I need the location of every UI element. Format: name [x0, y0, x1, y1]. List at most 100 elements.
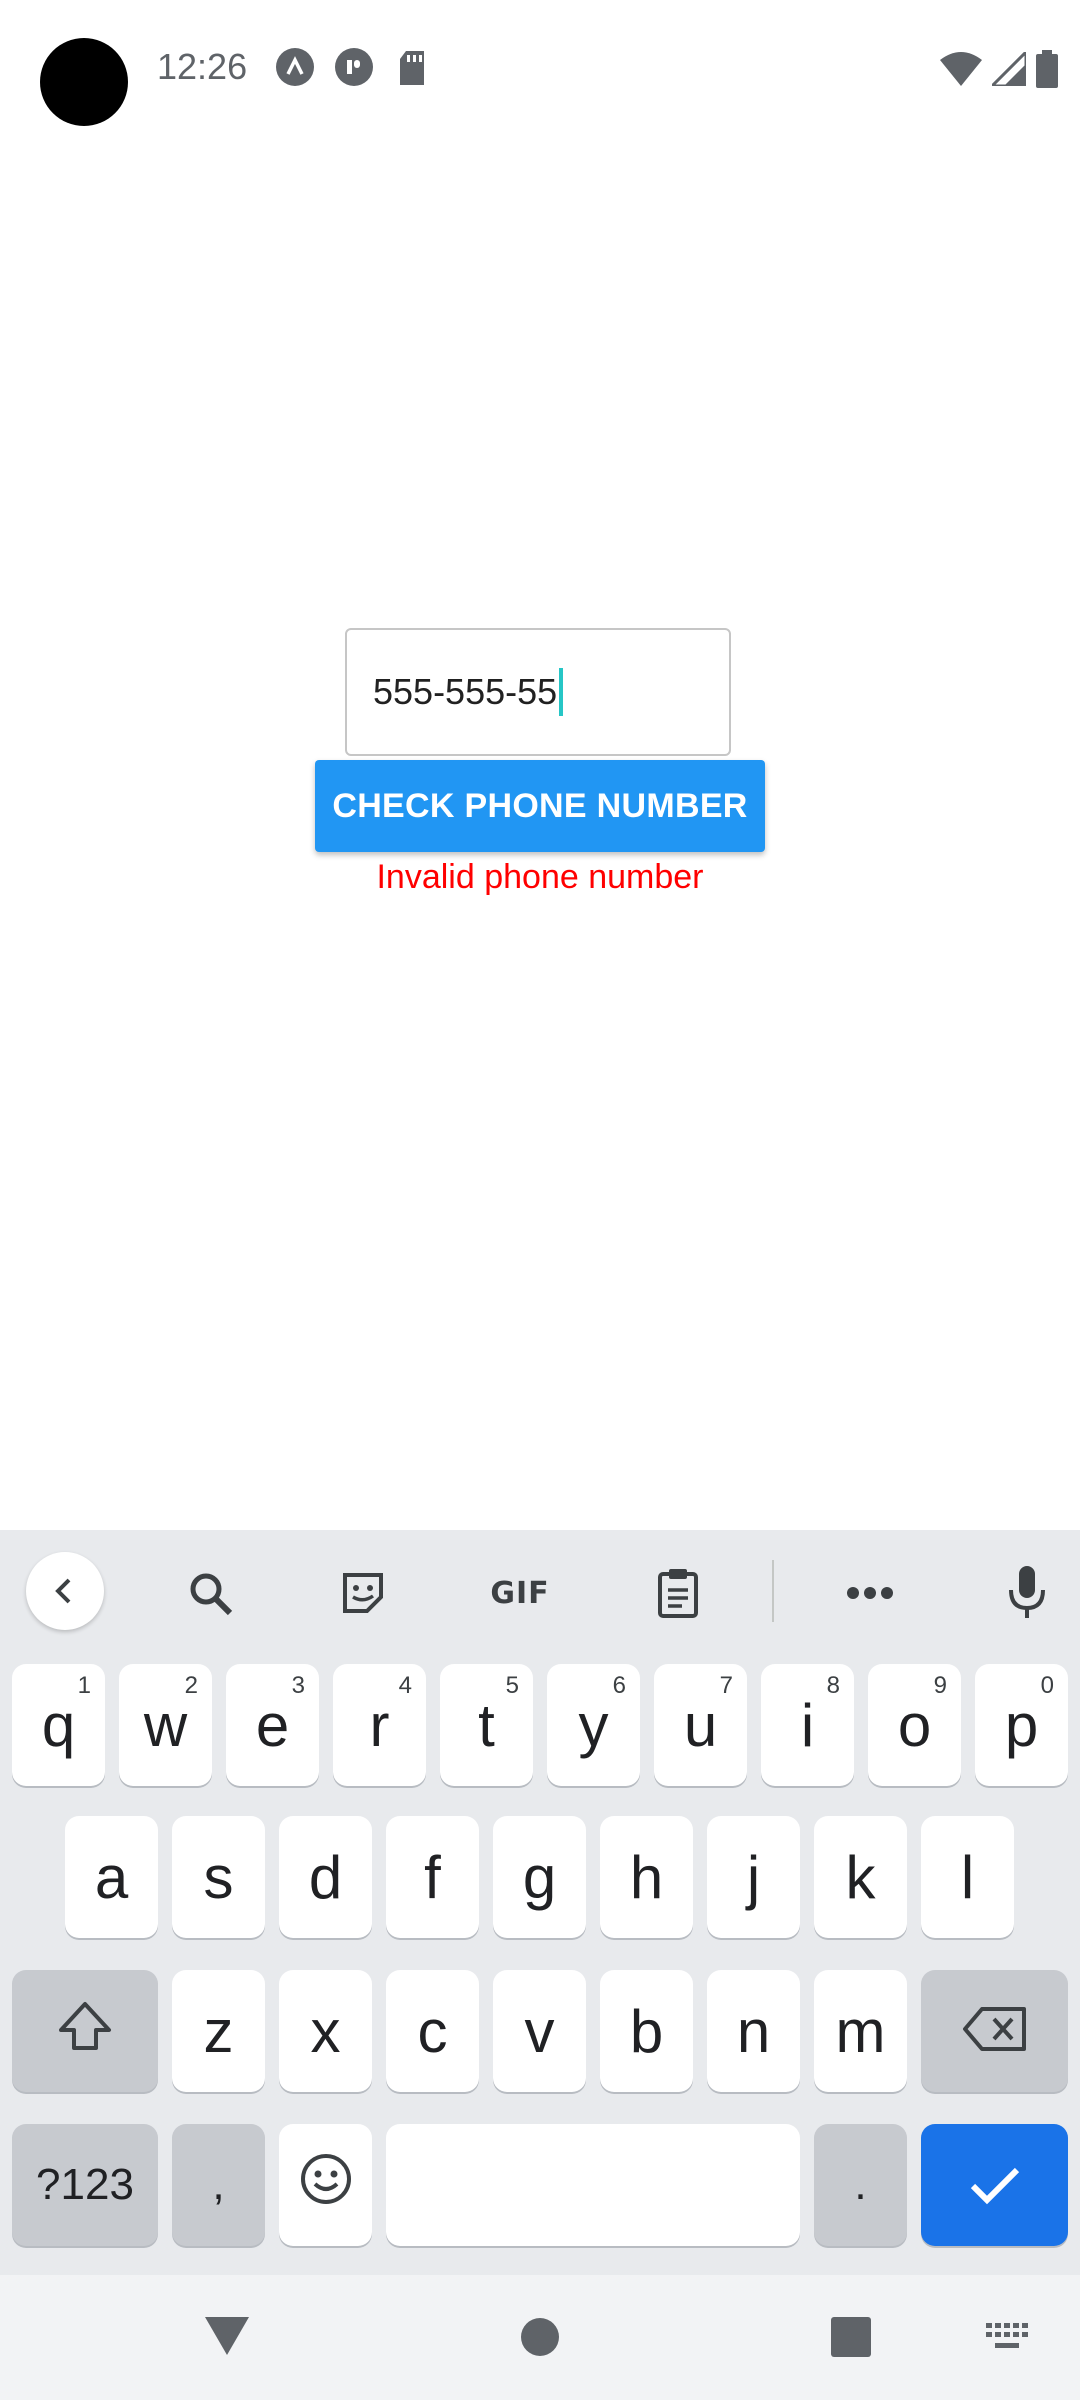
- sd-card-icon: [398, 51, 426, 90]
- space-key[interactable]: [386, 2124, 800, 2246]
- backspace-icon: [962, 1997, 1028, 2066]
- key-label: h: [629, 1843, 664, 1911]
- key-label: n: [736, 1997, 771, 2065]
- shift-icon: [57, 1997, 113, 2066]
- back-triangle-icon[interactable]: [205, 2317, 249, 2360]
- search-icon[interactable]: [175, 1558, 245, 1628]
- key-s[interactable]: s: [172, 1816, 265, 1938]
- key-label: r: [369, 1691, 390, 1759]
- key-i[interactable]: i8: [761, 1664, 854, 1786]
- app-a-icon: [276, 48, 314, 86]
- camera-cutout: [40, 38, 128, 126]
- key-p[interactable]: p0: [975, 1664, 1068, 1786]
- phone-number-value: 555-555-55: [373, 671, 558, 712]
- gif-label: GIF: [490, 1575, 550, 1611]
- status-right-icons: [940, 48, 1058, 93]
- key-label: g: [522, 1843, 557, 1911]
- emoji-icon: [299, 2151, 353, 2220]
- key-h[interactable]: h: [600, 1816, 693, 1938]
- key-label: y: [578, 1691, 609, 1759]
- key-hint: 2: [184, 1672, 198, 1699]
- key-g[interactable]: g: [493, 1816, 586, 1938]
- error-message: Invalid phone number: [376, 858, 704, 896]
- key-c[interactable]: c: [386, 1970, 479, 2092]
- key-m[interactable]: m: [814, 1970, 907, 2092]
- key-l[interactable]: l: [921, 1816, 1014, 1938]
- comma-key-label: ,: [212, 2160, 225, 2209]
- emoji-key[interactable]: [279, 2124, 372, 2246]
- enter-key[interactable]: [921, 2124, 1068, 2246]
- key-label: m: [835, 1997, 886, 2065]
- key-j[interactable]: j: [707, 1816, 800, 1938]
- keyboard-toolbar: GIF: [0, 1530, 1080, 1660]
- sticker-icon[interactable]: [328, 1558, 398, 1628]
- gif-icon[interactable]: GIF: [484, 1558, 556, 1628]
- key-o[interactable]: o9: [868, 1664, 961, 1786]
- back-icon[interactable]: [26, 1552, 104, 1630]
- key-hint: 3: [291, 1672, 305, 1699]
- mic-icon[interactable]: [992, 1558, 1062, 1628]
- key-label: a: [94, 1843, 129, 1911]
- key-a[interactable]: a: [65, 1816, 158, 1938]
- key-t[interactable]: t5: [440, 1664, 533, 1786]
- key-label: c: [417, 1997, 448, 2065]
- key-label: p: [1004, 1691, 1039, 1759]
- key-hint: 7: [719, 1672, 733, 1699]
- key-label: o: [897, 1691, 932, 1759]
- key-q[interactable]: q1: [12, 1664, 105, 1786]
- key-label: i: [800, 1691, 815, 1759]
- status-bar: 12:26: [0, 0, 1080, 140]
- key-z[interactable]: z: [172, 1970, 265, 2092]
- battery-icon: [1036, 50, 1058, 93]
- comma-key[interactable]: ,: [172, 2124, 265, 2246]
- key-y[interactable]: y6: [547, 1664, 640, 1786]
- status-time: 12:26: [157, 46, 248, 87]
- recents-square-icon[interactable]: [831, 2317, 871, 2362]
- symbols-key-label: ?123: [36, 2160, 134, 2209]
- key-label: t: [478, 1691, 495, 1759]
- home-circle-icon[interactable]: [520, 2317, 560, 2362]
- clipboard-icon[interactable]: [643, 1558, 713, 1628]
- key-hint: 0: [1040, 1672, 1054, 1699]
- key-e[interactable]: e3: [226, 1664, 319, 1786]
- key-d[interactable]: d: [279, 1816, 372, 1938]
- key-n[interactable]: n: [707, 1970, 800, 2092]
- more-icon[interactable]: [835, 1558, 905, 1628]
- key-label: f: [424, 1843, 441, 1911]
- period-key-label: .: [854, 2160, 867, 2209]
- key-label: q: [41, 1691, 76, 1759]
- key-hint: 5: [505, 1672, 519, 1699]
- navigation-bar: [0, 2275, 1080, 2400]
- key-label: e: [255, 1691, 290, 1759]
- signal-icon: [988, 48, 1028, 91]
- key-f[interactable]: f: [386, 1816, 479, 1938]
- key-label: v: [524, 1997, 555, 2065]
- key-label: s: [203, 1843, 234, 1911]
- check-phone-number-button[interactable]: CHECK PHONE NUMBER: [315, 760, 765, 852]
- key-r[interactable]: r4: [333, 1664, 426, 1786]
- key-hint: 8: [826, 1672, 840, 1699]
- key-label: w: [143, 1691, 188, 1759]
- toolbar-divider: [772, 1560, 774, 1622]
- wifi-icon: [940, 52, 982, 91]
- key-label: l: [960, 1843, 975, 1911]
- key-hint: 9: [933, 1672, 947, 1699]
- key-label: b: [629, 1997, 664, 2065]
- key-hint: 1: [77, 1672, 91, 1699]
- key-k[interactable]: k: [814, 1816, 907, 1938]
- key-v[interactable]: v: [493, 1970, 586, 2092]
- key-b[interactable]: b: [600, 1970, 693, 2092]
- phone-number-input[interactable]: 555-555-55: [345, 628, 731, 756]
- key-label: u: [683, 1691, 718, 1759]
- key-label: d: [308, 1843, 343, 1911]
- keyboard-switch-icon[interactable]: [986, 2323, 1030, 2356]
- checkmark-icon: [969, 2151, 1021, 2220]
- key-u[interactable]: u7: [654, 1664, 747, 1786]
- symbols-key[interactable]: ?123: [12, 2124, 158, 2246]
- key-w[interactable]: w2: [119, 1664, 212, 1786]
- shift-key[interactable]: [12, 1970, 158, 2092]
- app-b-icon: [335, 48, 373, 86]
- period-key[interactable]: .: [814, 2124, 907, 2246]
- backspace-key[interactable]: [921, 1970, 1068, 2092]
- key-x[interactable]: x: [279, 1970, 372, 2092]
